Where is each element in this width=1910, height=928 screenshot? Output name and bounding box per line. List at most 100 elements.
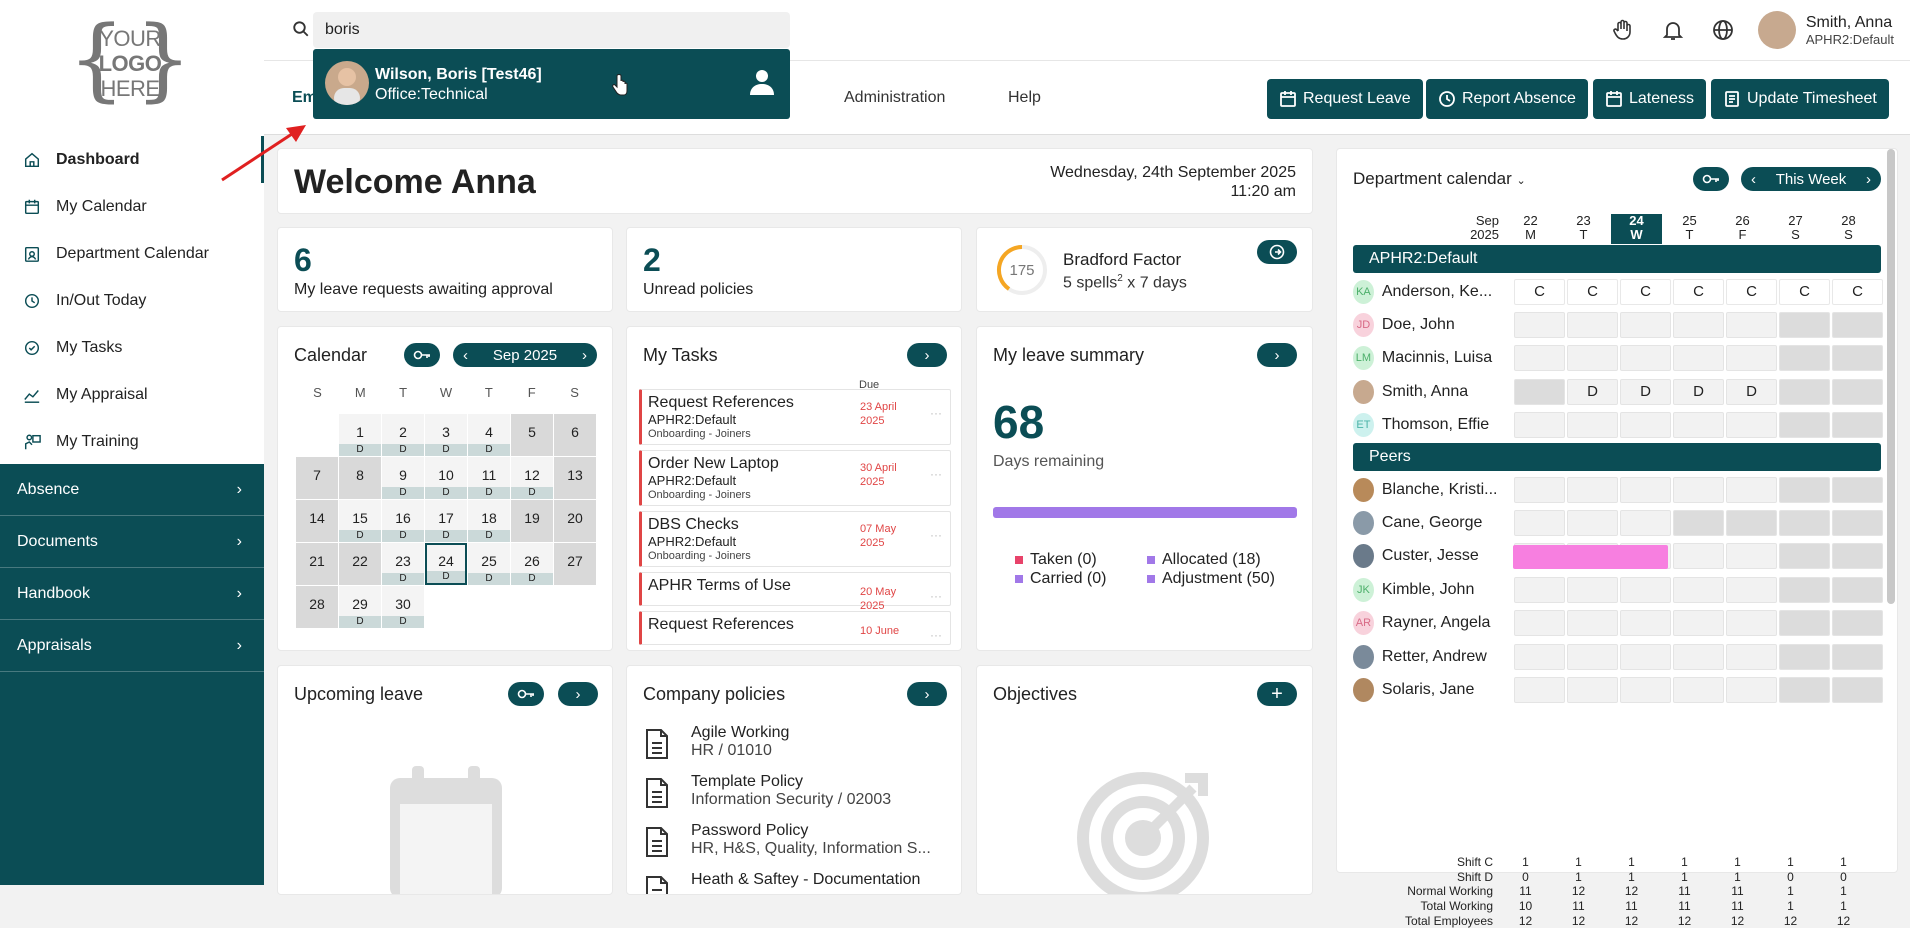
lateness-button[interactable]: Lateness <box>1593 79 1706 119</box>
policy-item[interactable]: Template Policy Information Security / 02… <box>643 773 891 821</box>
dept-cell[interactable] <box>1673 345 1724 372</box>
dept-cell[interactable] <box>1514 476 1565 503</box>
sidebar-section-documents[interactable]: Documents › <box>0 516 264 568</box>
dept-cell[interactable] <box>1567 643 1618 670</box>
dept-cell[interactable]: D <box>1726 378 1777 405</box>
task-item[interactable]: Order New Laptop APHR2:Default Onboarding … <box>639 450 951 506</box>
dept-row[interactable]: JK Kimble, John <box>1353 573 1883 606</box>
dept-cell[interactable] <box>1779 643 1830 670</box>
dept-cell[interactable] <box>1726 476 1777 503</box>
dept-cell[interactable] <box>1726 643 1777 670</box>
calendar-day[interactable]: 28 <box>296 586 338 628</box>
dept-row[interactable]: Smith, Anna D D D D <box>1353 375 1883 408</box>
dept-cell[interactable] <box>1673 412 1724 439</box>
globe-icon[interactable] <box>1711 18 1735 42</box>
dept-row[interactable]: AR Rayner, Angela <box>1353 607 1883 640</box>
dept-cell[interactable]: C <box>1832 278 1883 305</box>
more-icon[interactable]: ··· <box>930 406 942 420</box>
dept-cell[interactable] <box>1514 676 1565 703</box>
dept-cell[interactable] <box>1832 643 1883 670</box>
policy-item[interactable]: Password Policy HR, H&S, Quality, Informa… <box>643 822 931 870</box>
leave-requests-card[interactable]: 6 My leave requests awaiting approval <box>277 227 613 312</box>
update-timesheet-button[interactable]: Update Timesheet <box>1711 79 1889 119</box>
dept-cell[interactable] <box>1779 576 1830 603</box>
chevron-right-icon[interactable]: › <box>1866 171 1871 188</box>
dept-cell[interactable] <box>1832 476 1883 503</box>
dept-row[interactable]: ET Thomson, Effie <box>1353 409 1883 442</box>
task-item[interactable]: APHR Terms of Use 20 May 2025 ··· <box>639 572 951 612</box>
more-icon[interactable]: ··· <box>930 528 942 542</box>
dept-cell[interactable] <box>1514 610 1565 637</box>
leave-summary-go-button[interactable]: › <box>1257 343 1297 367</box>
calendar-day[interactable]: 22 <box>339 543 381 585</box>
dept-row[interactable]: Blanche, Kristi... <box>1353 473 1883 506</box>
unread-policies-card[interactable]: 2 Unread policies <box>626 227 962 312</box>
dept-cell[interactable] <box>1673 509 1724 536</box>
calendar-day[interactable]: 8 <box>339 457 381 499</box>
dept-row[interactable]: KA Anderson, Ke... C C C C C C C <box>1353 275 1883 308</box>
tasks-go-button[interactable]: › <box>907 343 947 367</box>
dept-cell[interactable] <box>1514 643 1565 670</box>
calendar-day[interactable]: 19 <box>511 500 553 542</box>
dept-cell[interactable] <box>1726 543 1777 570</box>
dept-cell[interactable] <box>1673 476 1724 503</box>
calendar-day[interactable]: 16 D <box>382 500 424 542</box>
dept-cell[interactable] <box>1620 476 1671 503</box>
dept-cell[interactable] <box>1620 576 1671 603</box>
request-leave-button[interactable]: Request Leave <box>1267 79 1423 119</box>
dept-cell[interactable]: D <box>1567 378 1618 405</box>
dept-cell[interactable] <box>1673 676 1724 703</box>
calendar-day[interactable]: 11 D <box>468 457 510 499</box>
dept-cell[interactable] <box>1620 345 1671 372</box>
bell-icon[interactable] <box>1661 18 1685 42</box>
calendar-day[interactable]: 13 <box>554 457 596 499</box>
dept-cell[interactable] <box>1779 509 1830 536</box>
more-icon[interactable]: ··· <box>930 628 942 642</box>
dept-cell[interactable] <box>1726 676 1777 703</box>
search-input[interactable] <box>313 12 783 48</box>
dept-cell[interactable] <box>1832 543 1883 570</box>
more-icon[interactable]: ··· <box>930 589 942 603</box>
dept-cell[interactable] <box>1779 476 1830 503</box>
dept-cell[interactable] <box>1779 676 1830 703</box>
dept-cell[interactable]: C <box>1567 278 1618 305</box>
search-result[interactable]: Wilson, Boris [Test46] Office:Technical <box>313 49 790 119</box>
dept-cell[interactable] <box>1832 311 1883 338</box>
dept-cell[interactable]: C <box>1779 278 1830 305</box>
dept-cell[interactable] <box>1514 576 1565 603</box>
dept-row[interactable]: Retter, Andrew <box>1353 640 1883 673</box>
calendar-day[interactable]: 10 D <box>425 457 467 499</box>
calendar-day[interactable]: 29 D <box>339 586 381 628</box>
dept-cell[interactable] <box>1673 643 1724 670</box>
dept-cell[interactable] <box>1514 345 1565 372</box>
dept-cell[interactable]: D <box>1673 378 1724 405</box>
dept-cell[interactable]: D <box>1620 378 1671 405</box>
sidebar-item-my-appraisal[interactable]: My Appraisal <box>0 371 264 418</box>
leave-block[interactable] <box>1513 544 1668 569</box>
sidebar-item-my-tasks[interactable]: My Tasks <box>0 324 264 371</box>
dept-cell[interactable] <box>1832 412 1883 439</box>
dept-cell[interactable] <box>1726 576 1777 603</box>
report-absence-button[interactable]: Report Absence <box>1426 79 1588 119</box>
calendar-day[interactable]: 15 D <box>339 500 381 542</box>
dept-cell[interactable] <box>1673 610 1724 637</box>
calendar-day[interactable]: 18 D <box>468 500 510 542</box>
dept-cell[interactable] <box>1567 610 1618 637</box>
policy-item[interactable]: Heath & Saftey - Documentation <box>643 871 920 894</box>
dept-cell[interactable] <box>1832 610 1883 637</box>
dept-cell[interactable] <box>1779 610 1830 637</box>
calendar-day[interactable]: 6 <box>554 414 596 456</box>
sidebar-item-in-out-today[interactable]: In/Out Today <box>0 277 264 324</box>
policy-item[interactable]: Agile Working HR / 01010 <box>643 724 789 772</box>
dept-cell[interactable] <box>1779 345 1830 372</box>
dept-cell[interactable] <box>1779 378 1830 405</box>
dept-cell[interactable] <box>1514 378 1565 405</box>
dept-cell[interactable] <box>1620 311 1671 338</box>
dept-cell[interactable] <box>1779 311 1830 338</box>
calendar-day[interactable]: 24 D <box>425 543 467 585</box>
calendar-day[interactable]: 7 <box>296 457 338 499</box>
calendar-day[interactable]: 21 <box>296 543 338 585</box>
dept-cell[interactable] <box>1620 643 1671 670</box>
calendar-day[interactable]: 26 D <box>511 543 553 585</box>
dept-cell[interactable]: C <box>1620 278 1671 305</box>
